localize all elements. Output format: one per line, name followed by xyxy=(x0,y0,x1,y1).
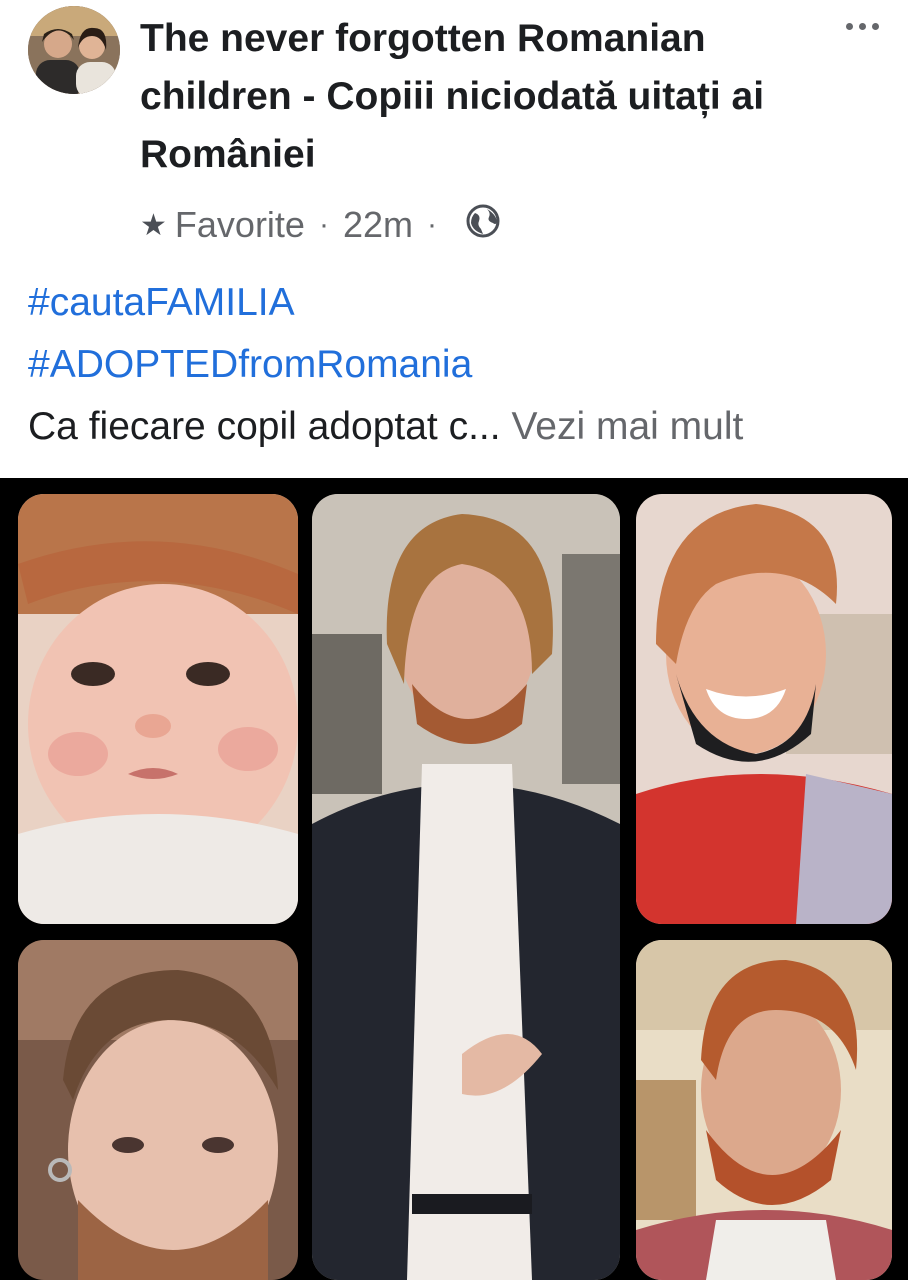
collage-tile-man-jacket xyxy=(312,494,620,1280)
collage-tile-smiling-man xyxy=(636,494,892,924)
collage-tile-baby xyxy=(18,494,298,924)
post-text-preview: Ca fiecare copil adoptat c... Vezi mai m… xyxy=(28,396,888,458)
post-meta: ★ Favorite · 22m · xyxy=(140,200,501,250)
author-avatar[interactable] xyxy=(28,6,120,94)
post-header: The never forgotten Romanian children - … xyxy=(0,0,908,250)
hashtag-link[interactable]: #cautaFAMILIA xyxy=(28,272,888,334)
meta-separator: · xyxy=(426,208,437,241)
globe-icon xyxy=(465,203,501,248)
star-icon: ★ xyxy=(140,208,167,242)
meta-separator: · xyxy=(318,208,329,241)
post-author-name[interactable]: The never forgotten Romanian children - … xyxy=(140,10,820,184)
more-options-button[interactable] xyxy=(840,14,884,38)
post-photo-collage[interactable] xyxy=(0,478,908,1280)
favorite-label[interactable]: Favorite xyxy=(175,204,305,246)
hashtag-link[interactable]: #ADOPTEDfromRomania xyxy=(28,334,888,396)
collage-tile-man-earring xyxy=(18,940,298,1280)
post-body: #cautaFAMILIA #ADOPTEDfromRomania Ca fie… xyxy=(28,272,888,458)
see-more-link[interactable]: Vezi mai mult xyxy=(511,405,743,448)
more-horizontal-icon xyxy=(845,22,853,30)
post-text: Ca fiecare copil adoptat c... xyxy=(28,405,501,448)
post-timestamp[interactable]: 22m xyxy=(343,204,413,246)
collage-tile-man-outdoors xyxy=(636,940,892,1280)
